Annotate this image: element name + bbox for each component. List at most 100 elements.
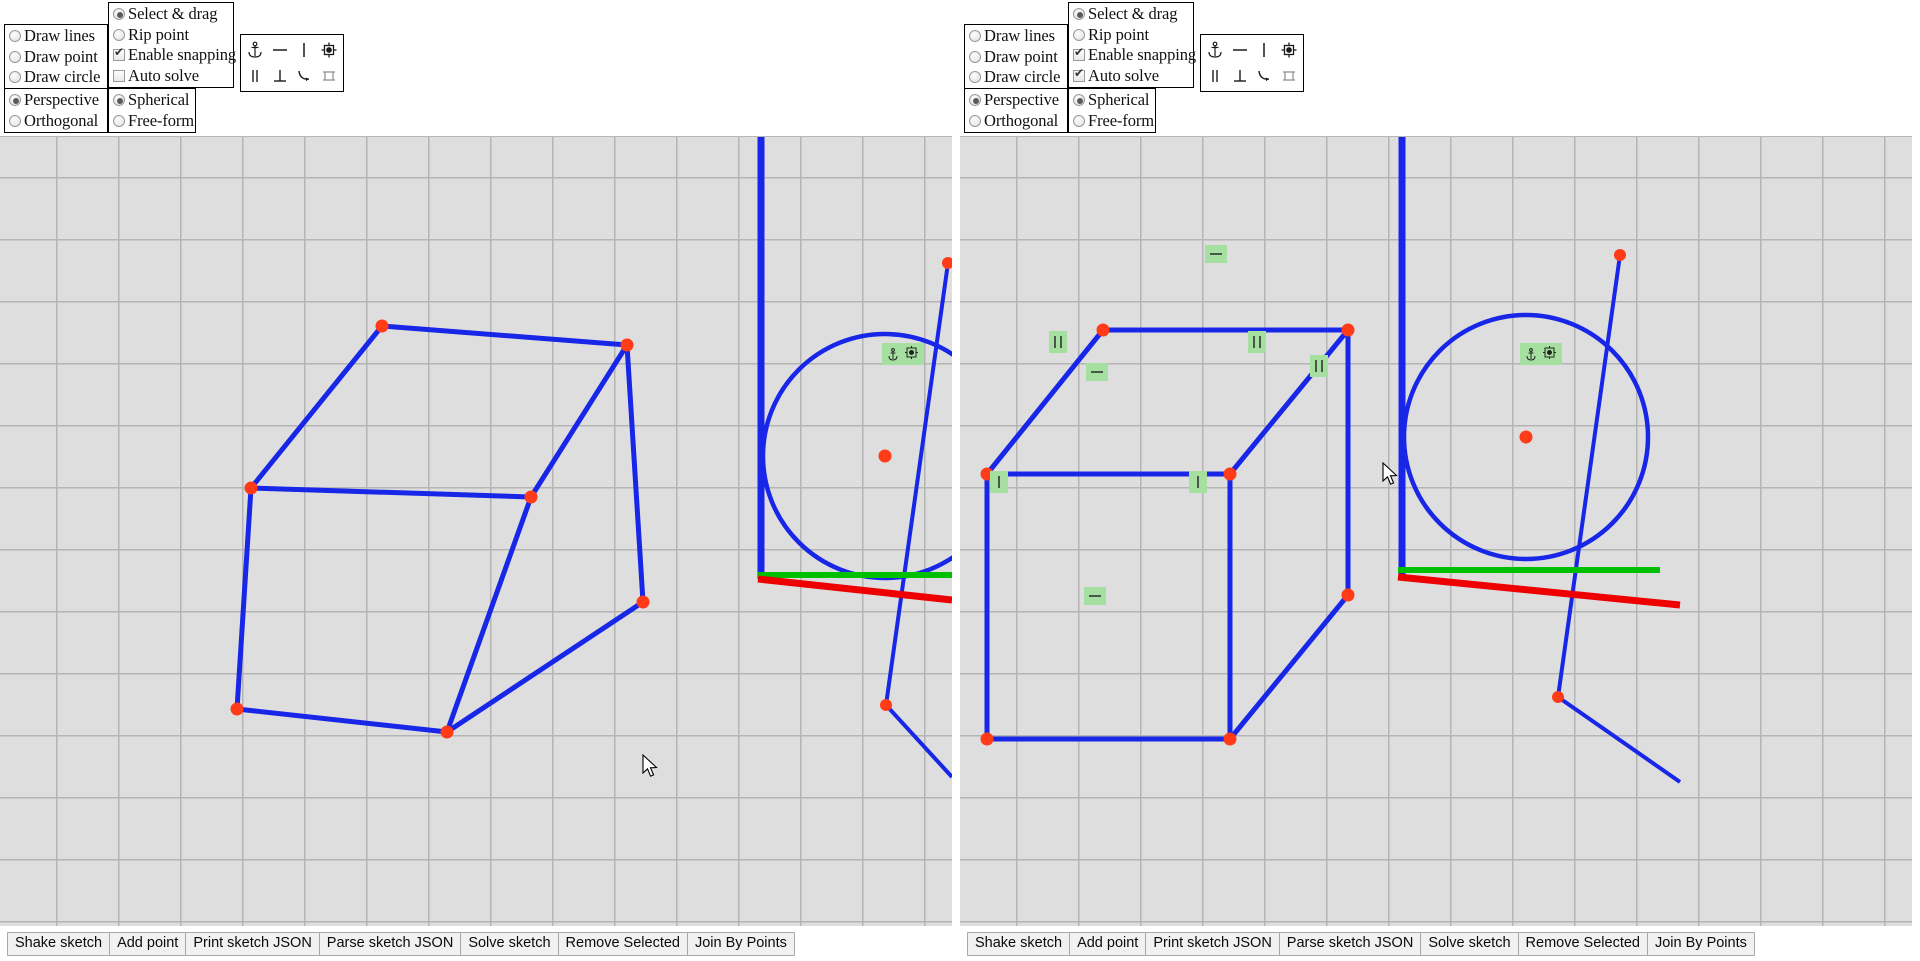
anchor-icon[interactable] <box>1204 38 1227 62</box>
shake-sketch-button[interactable]: Shake sketch <box>967 931 1071 956</box>
horizon-red-line <box>757 575 952 604</box>
option-draw-lines[interactable]: Draw lines <box>7 26 105 47</box>
horizontal-icon[interactable] <box>1229 38 1252 62</box>
radio-select-drag[interactable] <box>113 8 125 21</box>
tangent-icon[interactable] <box>293 64 316 88</box>
sketch-canvas-right[interactable] <box>960 136 1912 926</box>
option-rip-point[interactable]: Rip point <box>1071 25 1191 46</box>
option-draw-circle[interactable]: Draw circle <box>967 67 1065 88</box>
label-select-drag: Select & drag <box>1088 4 1178 23</box>
join-by-points-button[interactable]: Join By Points <box>686 931 795 956</box>
radio-free-form[interactable] <box>1073 114 1085 127</box>
equal-length-icon[interactable] <box>318 64 341 88</box>
option-orthogonal[interactable]: Orthogonal <box>967 111 1065 132</box>
option-auto-solve[interactable]: Auto solve <box>1071 66 1191 87</box>
option-draw-point[interactable]: Draw point <box>967 47 1065 68</box>
horizontal-icon[interactable] <box>269 38 292 62</box>
constraint-badge-vertical <box>1189 471 1207 493</box>
radio-orthogonal[interactable] <box>9 114 21 127</box>
radio-draw-circle[interactable] <box>969 71 981 84</box>
print-sketch-json-button[interactable]: Print sketch JSON <box>185 931 320 956</box>
label-enable-snapping: Enable snapping <box>128 45 237 64</box>
option-select-drag[interactable]: Select & drag <box>111 4 231 25</box>
radio-draw-point[interactable] <box>969 50 981 63</box>
label-perspective: Perspective <box>984 90 1059 109</box>
add-point-button[interactable]: Add point <box>1069 931 1147 956</box>
option-spherical[interactable]: Spherical <box>1071 90 1153 111</box>
radio-orthogonal[interactable] <box>969 114 981 127</box>
option-spherical[interactable]: Spherical <box>111 90 193 111</box>
shake-sketch-button[interactable]: Shake sketch <box>7 931 111 956</box>
radio-free-form[interactable] <box>113 114 125 127</box>
toolbar-right: Draw lines Draw point Draw circle Select… <box>960 0 1920 136</box>
radio-rip-point[interactable] <box>1073 28 1085 41</box>
slanted-line-cont <box>1556 695 1682 784</box>
remove-selected-button[interactable]: Remove Selected <box>1517 931 1648 956</box>
parse-sketch-json-button[interactable]: Parse sketch JSON <box>318 931 462 956</box>
checkbox-auto-solve[interactable] <box>113 69 125 82</box>
option-draw-point[interactable]: Draw point <box>7 47 105 68</box>
sketch-panel-left: Draw lines Draw point Draw circle Select… <box>0 0 960 961</box>
perpendicular-icon[interactable] <box>1229 64 1252 88</box>
constraint-badge-anchor-fixed[interactable] <box>882 343 924 365</box>
option-perspective[interactable]: Perspective <box>7 90 105 111</box>
option-draw-circle[interactable]: Draw circle <box>7 67 105 88</box>
surface-group-left: Spherical Free-form <box>108 88 196 133</box>
mode-group-right: Select & drag Rip point Enable snapping … <box>1068 2 1196 88</box>
toolbar-left: Draw lines Draw point Draw circle Select… <box>0 0 960 136</box>
radio-rip-point[interactable] <box>113 28 125 41</box>
option-perspective[interactable]: Perspective <box>967 90 1065 111</box>
option-enable-snapping[interactable]: Enable snapping <box>1071 45 1196 66</box>
label-enable-snapping: Enable snapping <box>1088 45 1197 64</box>
fixed-point-icon[interactable] <box>1278 38 1301 62</box>
parse-sketch-json-button[interactable]: Parse sketch JSON <box>1278 931 1422 956</box>
fixed-point-icon[interactable] <box>318 38 341 62</box>
label-free-form: Free-form <box>128 110 194 130</box>
option-free-form[interactable]: Free-form <box>111 110 194 132</box>
draw-tool-group-left: Draw lines Draw point Draw circle <box>4 24 108 90</box>
circle-center-point <box>1519 430 1533 444</box>
radio-draw-lines[interactable] <box>9 30 21 43</box>
sketch-solver-app: Draw lines Draw point Draw circle Select… <box>0 0 1920 961</box>
option-select-drag[interactable]: Select & drag <box>1071 4 1191 25</box>
option-rip-point[interactable]: Rip point <box>111 25 231 46</box>
perpendicular-icon[interactable] <box>269 64 292 88</box>
solve-sketch-button[interactable]: Solve sketch <box>1420 931 1519 956</box>
checkbox-enable-snapping[interactable] <box>113 46 125 62</box>
radio-perspective[interactable] <box>9 94 21 107</box>
remove-selected-button[interactable]: Remove Selected <box>557 931 688 956</box>
draw-tool-group-right: Draw lines Draw point Draw circle <box>964 24 1068 90</box>
vertical-icon[interactable] <box>1253 38 1276 62</box>
projection-group-right: Perspective Orthogonal <box>964 88 1068 133</box>
equal-length-icon[interactable] <box>1278 64 1301 88</box>
option-orthogonal[interactable]: Orthogonal <box>7 111 105 132</box>
anchor-icon[interactable] <box>244 38 267 62</box>
label-auto-solve: Auto solve <box>128 65 199 85</box>
checkbox-auto-solve[interactable] <box>1073 67 1085 82</box>
parallel-icon[interactable] <box>244 64 267 88</box>
radio-select-drag[interactable] <box>1073 8 1085 21</box>
radio-draw-point[interactable] <box>9 50 21 63</box>
radio-perspective[interactable] <box>969 94 981 107</box>
join-by-points-button[interactable]: Join By Points <box>1646 931 1755 956</box>
radio-spherical[interactable] <box>1073 94 1085 107</box>
parallel-icon[interactable] <box>1204 64 1227 88</box>
radio-spherical[interactable] <box>113 94 125 107</box>
print-sketch-json-button[interactable]: Print sketch JSON <box>1145 931 1280 956</box>
option-draw-lines[interactable]: Draw lines <box>967 26 1065 47</box>
constraint-badge-parallel <box>1248 331 1266 353</box>
option-free-form[interactable]: Free-form <box>1071 111 1154 132</box>
cube-vertices <box>980 249 1626 746</box>
constraint-badges[interactable] <box>990 245 1562 605</box>
circle-center-point <box>878 449 892 463</box>
checkbox-enable-snapping[interactable] <box>1073 46 1085 62</box>
add-point-button[interactable]: Add point <box>109 931 187 956</box>
radio-draw-lines[interactable] <box>969 30 981 43</box>
sketch-canvas-left[interactable] <box>0 136 952 926</box>
radio-draw-circle[interactable] <box>9 71 21 84</box>
tangent-icon[interactable] <box>1253 64 1276 88</box>
option-auto-solve[interactable]: Auto solve <box>111 66 231 87</box>
vertical-icon[interactable] <box>293 38 316 62</box>
option-enable-snapping[interactable]: Enable snapping <box>111 45 236 66</box>
solve-sketch-button[interactable]: Solve sketch <box>460 931 559 956</box>
